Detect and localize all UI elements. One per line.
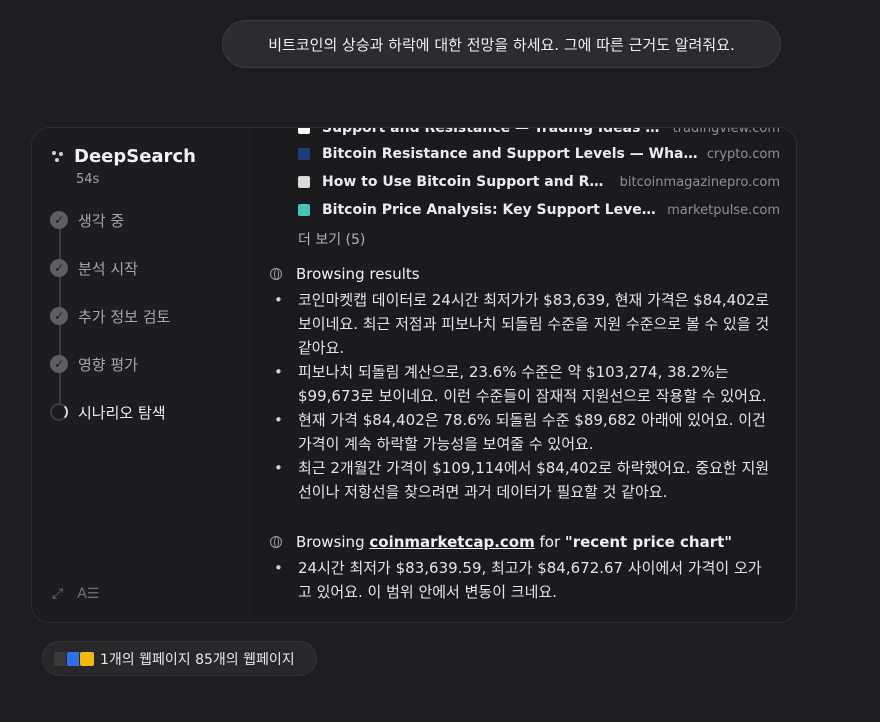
show-more-link[interactable]: 더 보기 (5) [298,229,365,249]
browsing-for: for [539,533,561,551]
expand-icon[interactable]: ⤢ [52,586,63,602]
step-review-info[interactable]: ✓ 추가 정보 검토 [50,304,170,328]
step-label: 생각 중 [78,211,125,230]
step-thinking[interactable]: ✓ 생각 중 [50,208,124,232]
source-link[interactable]: Support and Resistance — Trading Ideas o… [298,127,780,138]
sidebar-tools: ⤢ A☰ [52,586,99,602]
step-label: 추가 정보 검토 [78,307,171,326]
web-sources-pill[interactable]: 1개의 웹페이지 85개의 웹페이지 [42,641,317,676]
list-item: 24시간 최저가 $83,639.59, 최고가 $84,672.67 사이에서… [274,556,772,604]
globe-icon [270,536,282,548]
deepsearch-title: DeepSearch [74,146,196,167]
source-domain: tradingview.com [672,127,780,136]
list-item: 피보나치 되돌림 계산으로, 23.6% 수준은 약 $103,274, 38.… [274,360,772,408]
source-title: How to Use Bitcoin Support and Resistanc… [322,174,612,190]
browsing-site-list: 24시간 최저가 $83,639.59, 최고가 $84,672.67 사이에서… [274,556,772,604]
marketpulse-favicon-icon [298,204,310,216]
list-item: 코인마켓캡 데이터로 24시간 최저가가 $83,639, 현재 가격은 $84… [274,288,772,360]
check-icon: ✓ [50,211,68,229]
browsing-prefix: Browsing [296,533,365,551]
step-label: 분석 시작 [78,259,138,278]
browsing-results-label: Browsing results [296,265,420,283]
elapsed-time: 54s [76,172,100,187]
browsing-results-heading: Browsing results [270,264,780,284]
web-sources-label: 1개의 웹페이지 85개의 웹페이지 [100,651,295,668]
favicon-stack [53,650,95,667]
check-icon: ✓ [50,355,68,373]
deepsearch-content: Support and Resistance — Trading Ideas o… [252,128,796,622]
source-title: Support and Resistance — Trading Ideas o… [322,127,665,136]
step-impact-eval[interactable]: ✓ 영향 평가 [50,352,138,376]
bitcoinmagazine-favicon-icon [298,176,310,188]
source-domain: crypto.com [706,146,780,162]
globe-icon [270,268,282,280]
text-format-icon[interactable]: A☰ [77,586,99,602]
favicon-icon [79,650,95,667]
user-message-bubble: 비트코인의 상승과 하락에 대한 전망을 하세요. 그에 따른 근거도 알려줘요… [222,20,781,68]
deepsearch-header: DeepSearch [52,146,196,167]
source-title: Bitcoin Price Analysis: Key Support Leve… [322,202,659,218]
check-icon: ✓ [50,307,68,325]
source-link[interactable]: Bitcoin Price Analysis: Key Support Leve… [298,200,780,220]
crypto-favicon-icon [298,148,310,160]
step-label: 시나리오 탐색 [78,403,166,422]
source-domain: marketpulse.com [667,202,780,218]
browsing-site-heading: Browsing coinmarketcap.com for "recent p… [270,532,780,552]
user-message-text: 비트코인의 상승과 하락에 대한 전망을 하세요. 그에 따른 근거도 알려줘요… [268,35,735,54]
search-query: "recent price chart" [564,533,733,551]
check-icon: ✓ [50,259,68,277]
list-item: 현재 가격 $84,402은 78.6% 되돌림 수준 $89,682 아래에 … [274,408,772,456]
spinner-icon [50,403,68,421]
step-analysis-start[interactable]: ✓ 분석 시작 [50,256,138,280]
source-link[interactable]: Bitcoin Resistance and Support Levels — … [298,144,780,164]
source-title: Bitcoin Resistance and Support Levels — … [322,146,699,162]
source-link[interactable]: How to Use Bitcoin Support and Resistanc… [298,172,780,192]
tradingview-favicon-icon [298,128,310,134]
deepsearch-logo-icon [52,150,64,163]
step-scenario-explore[interactable]: 시나리오 탐색 [50,400,166,424]
source-domain: bitcoinmagazinepro.com [619,174,780,190]
browsing-results-list: 코인마켓캡 데이터로 24시간 최저가가 $83,639, 현재 가격은 $84… [274,288,772,504]
deepsearch-panel: DeepSearch 54s ✓ 생각 중 ✓ 분석 시작 ✓ 추가 정보 검토… [31,127,797,623]
deepsearch-sidebar: DeepSearch 54s ✓ 생각 중 ✓ 분석 시작 ✓ 추가 정보 검토… [32,128,252,622]
site-link[interactable]: coinmarketcap.com [369,533,534,551]
step-label: 영향 평가 [78,355,138,374]
list-item: 최근 2개월간 가격이 $109,114에서 $84,402로 하락했어요. 중… [274,456,772,504]
